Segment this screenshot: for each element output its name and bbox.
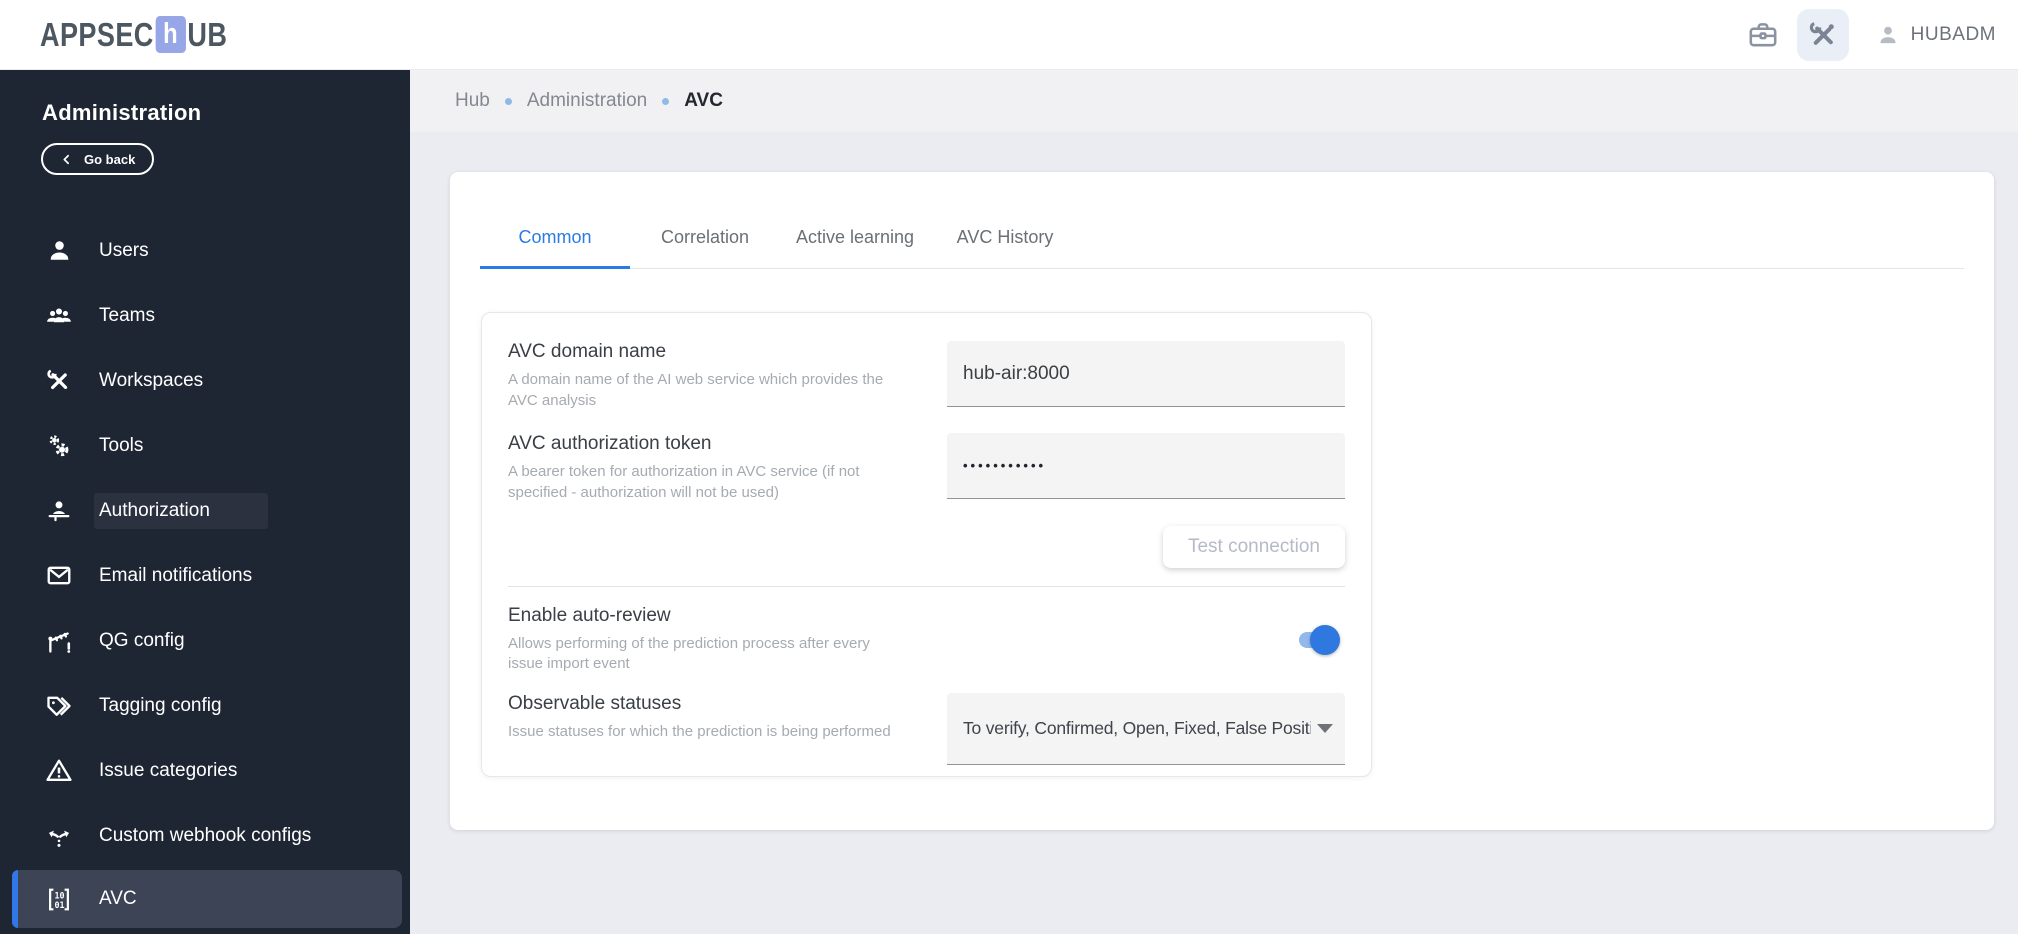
sidebar-item-custom-webhook-configs[interactable]: Custom webhook configs (0, 803, 410, 868)
tab-avc-history[interactable]: AVC History (930, 206, 1080, 268)
observable-statuses-select[interactable]: To verify, Confirmed, Open, Fixed, False… (947, 693, 1345, 766)
logo-text-prefix: APPSEC (40, 15, 154, 53)
sidebar-item-issue-categories[interactable]: Issue categories (0, 738, 410, 803)
token-help: A bearer token for authorization in AVC … (508, 463, 860, 502)
avc-common-form: AVC domain name A domain name of the AI … (481, 312, 1372, 777)
observable-help: Issue statuses for which the prediction … (508, 723, 891, 741)
domain-label: AVC domain name (508, 341, 667, 362)
breadcrumb-item-avc: AVC (684, 90, 723, 111)
field-row-domain: AVC domain name A domain name of the AI … (508, 341, 1345, 411)
sidebar-item-label: Teams (99, 304, 155, 326)
toggle-knob (1310, 624, 1340, 655)
field-row-auto-review: Enable auto-review Allows performing of … (508, 605, 1345, 675)
button-row: Test connection (508, 525, 1345, 568)
tags-icon (45, 692, 73, 720)
workspaces-icon (45, 367, 73, 395)
breadcrumb-item-hub[interactable]: Hub (455, 90, 490, 112)
envelope-icon (45, 562, 73, 590)
main-area: Hub Administration AVC Common Correlation Ac… (410, 70, 2018, 934)
sidebar-item-users[interactable]: Users (0, 218, 410, 283)
person-icon (1875, 22, 1901, 48)
quality-gate-icon (45, 627, 73, 655)
briefcase-icon[interactable] (1737, 9, 1789, 61)
domain-value: hub-air:8000 (963, 362, 1070, 384)
svg-text:10: 10 (54, 890, 64, 900)
token-label: AVC authorization token (508, 433, 712, 455)
tab-bar: Common Correlation Active learning AVC Hist… (480, 206, 1964, 269)
user-menu[interactable]: HUBADM (1875, 22, 1996, 48)
svg-text:01: 01 (54, 900, 64, 910)
tab-common[interactable]: Common (480, 206, 630, 269)
breadcrumb: Hub Administration AVC (410, 70, 2018, 132)
sidebar-item-label: Tagging config (99, 694, 222, 716)
breadcrumb-item-administration[interactable]: Administration (527, 90, 647, 112)
logo-text-suffix: UB (187, 15, 228, 53)
test-connection-button[interactable]: Test connection (1162, 525, 1345, 568)
app-root: APPSEC h UB HUBADM Administration Go bac… (0, 0, 2018, 934)
domain-help: A domain name of the AI web service whic… (508, 371, 884, 409)
sidebar-item-tagging-config[interactable]: Tagging config (0, 673, 410, 738)
chevron-down-icon (1317, 724, 1333, 734)
sidebar-item-label: Authorization (94, 492, 268, 529)
content-area: Common Correlation Active learning AVC Hist… (410, 132, 2018, 934)
observable-value: To verify, Confirmed, Open, Fixed, False… (963, 718, 1311, 739)
sidebar-item-teams[interactable]: Teams (0, 283, 410, 348)
sidebar-item-workspaces[interactable]: Workspaces (0, 348, 410, 413)
token-masked-value: ••••••••••• (963, 458, 1047, 474)
auto-review-help: Allows performing of the prediction proc… (508, 634, 870, 673)
sidebar-item-tools[interactable]: Tools (0, 413, 410, 478)
domain-input[interactable]: hub-air:8000 (947, 341, 1345, 407)
sidebar-item-label: QG config (99, 629, 185, 651)
gears-icon (45, 432, 73, 460)
chevron-left-icon (60, 153, 73, 166)
field-row-observable: Observable statuses Issue statuses for w… (508, 693, 1345, 766)
sidebar-item-label: Users (99, 239, 149, 261)
binary-matrix-icon: 10 01 (45, 885, 73, 913)
sidebar: Administration Go back Users Teams Workspa… (0, 70, 410, 934)
route-split-icon (45, 822, 73, 850)
sidebar-nav: Users Teams Workspaces Tools Authorization Em… (0, 218, 410, 928)
sidebar-item-label: Workspaces (99, 369, 204, 391)
sidebar-item-label: Email notifications (99, 564, 253, 586)
token-input[interactable]: ••••••••••• (947, 433, 1345, 500)
auto-review-label: Enable auto-review (508, 604, 671, 626)
breadcrumb-separator-dot (662, 97, 670, 105)
field-row-token: AVC authorization token A bearer token f… (508, 433, 1345, 503)
observable-label: Observable statuses (508, 693, 682, 715)
sidebar-item-avc[interactable]: 10 01 AVC (12, 870, 402, 928)
tab-correlation[interactable]: Correlation (630, 206, 780, 268)
sidebar-item-email-notifications[interactable]: Email notifications (0, 543, 410, 608)
header-actions: HUBADM (1737, 8, 1996, 61)
sidebar-item-label: AVC (99, 888, 137, 909)
tab-active-learning[interactable]: Active learning (780, 206, 930, 268)
go-back-button[interactable]: Go back (41, 143, 155, 175)
admin-tools-icon[interactable] (1796, 8, 1849, 61)
sidebar-title: Administration (42, 100, 202, 125)
sidebar-item-label: Tools (99, 434, 144, 456)
sidebar-item-label: Custom webhook configs (99, 824, 312, 846)
logo-h-icon: h (155, 16, 186, 53)
divider (508, 585, 1345, 587)
top-header: APPSEC h UB HUBADM (0, 0, 2018, 70)
app-logo[interactable]: APPSEC h UB (40, 16, 227, 54)
sidebar-item-qg-config[interactable]: QG config (0, 608, 410, 673)
settings-card: Common Correlation Active learning AVC Hist… (450, 172, 1994, 830)
sidebar-item-label: Issue categories (99, 759, 238, 781)
auto-review-toggle[interactable] (1299, 624, 1340, 655)
teams-icon (45, 302, 73, 330)
username: HUBADM (1910, 23, 1996, 45)
warning-triangle-icon (45, 757, 73, 785)
breadcrumb-separator-dot (504, 97, 512, 105)
sidebar-item-authorization[interactable]: Authorization (0, 478, 410, 543)
user-icon (45, 237, 73, 265)
authorization-icon (45, 497, 73, 525)
